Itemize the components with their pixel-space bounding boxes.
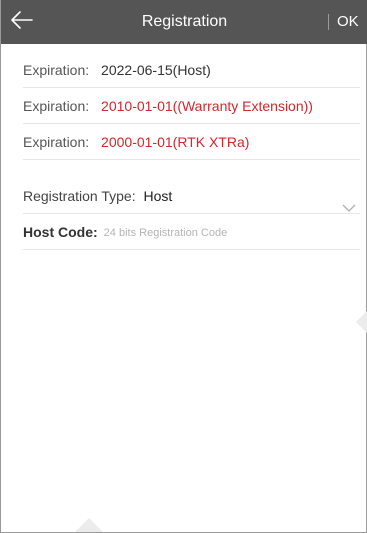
- expiration-label: Expiration:: [23, 62, 90, 78]
- page-title: Registration: [141, 13, 228, 30]
- chevron-down-icon: [342, 190, 356, 212]
- expiration-value: 2022-06-15(Host): [101, 62, 211, 78]
- watermark-shape: [75, 518, 103, 532]
- host-code-row: Host Code:: [23, 214, 360, 250]
- host-code-input[interactable]: [103, 227, 294, 240]
- app-screen: Registration OK Expiration: 2022-06-15(H…: [0, 0, 367, 533]
- host-code-label: Host Code:: [23, 224, 98, 240]
- expiration-row-rtk: Expiration: 2000-01-01(RTK XTRa): [23, 124, 360, 160]
- header-divider: [328, 14, 329, 30]
- registration-type-select[interactable]: Registration Type: Host: [23, 178, 360, 214]
- expiration-value: 2000-01-01(RTK XTRa): [101, 134, 250, 150]
- expiration-label: Expiration:: [23, 98, 90, 114]
- registration-type-value: Host: [143, 188, 173, 204]
- watermark-shape: [356, 310, 367, 334]
- registration-type-label: Registration Type:: [23, 188, 136, 204]
- header-bar: Registration OK: [1, 0, 367, 44]
- expiration-label: Expiration:: [23, 134, 90, 150]
- expiration-value: 2010-01-01((Warranty Extension)): [101, 98, 313, 114]
- expiration-row-warranty: Expiration: 2010-01-01((Warranty Extensi…: [23, 88, 360, 124]
- expiration-row-host: Expiration: 2022-06-15(Host): [23, 52, 360, 88]
- ok-button[interactable]: OK: [337, 0, 359, 44]
- registration-content: Expiration: 2022-06-15(Host) Expiration:…: [23, 52, 360, 250]
